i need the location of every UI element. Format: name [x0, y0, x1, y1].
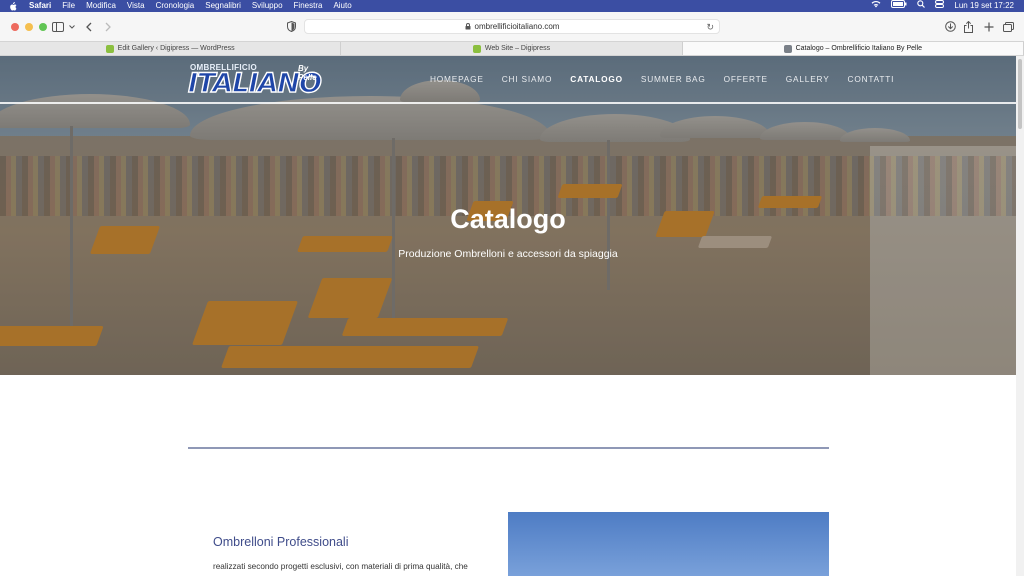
tab-label: Catalogo – Ombrellificio Italiano By Pel… — [795, 45, 923, 52]
scrollbar-thumb[interactable] — [1018, 59, 1022, 129]
menu-segnalibri[interactable]: Segnalibri — [205, 0, 241, 12]
back-icon[interactable] — [86, 21, 92, 32]
reload-icon[interactable]: ↻ — [706, 22, 714, 33]
menubar-datetime[interactable]: Lun 19 set 17:22 — [954, 0, 1014, 12]
nav-chi-siamo[interactable]: CHI SIAMO — [502, 74, 553, 84]
menu-sviluppo[interactable]: Sviluppo — [252, 0, 283, 12]
menu-modifica[interactable]: Modifica — [86, 0, 116, 12]
hero-banner: OMBRELLIFICIO ITALIANO By Pelle HOMEPAGE… — [0, 56, 1016, 375]
zoom-window-button[interactable] — [39, 23, 47, 31]
tab-edit-gallery[interactable]: Edit Gallery ‹ Digipress — WordPress — [0, 42, 342, 55]
site-nav: HOMEPAGE CHI SIAMO CATALOGO SUMMER BAG O… — [430, 74, 912, 84]
nav-catalogo[interactable]: CATALOGO — [570, 74, 623, 84]
battery-icon[interactable] — [891, 0, 907, 12]
tab-web-site[interactable]: Web Site – Digipress — [341, 42, 683, 55]
site-favicon-icon — [783, 44, 792, 53]
wifi-icon[interactable] — [871, 0, 881, 12]
nav-contatti[interactable]: CONTATTI — [848, 74, 895, 84]
forward-icon[interactable] — [105, 21, 111, 32]
close-window-button[interactable] — [11, 23, 19, 31]
browser-toolbar: ombrellificioitaliano.com ↻ — [0, 12, 1024, 41]
privacy-shield-icon[interactable] — [287, 21, 296, 32]
site-logo[interactable]: OMBRELLIFICIO ITALIANO By Pelle — [187, 63, 328, 100]
menu-file[interactable]: File — [62, 0, 75, 12]
menu-cronologia[interactable]: Cronologia — [156, 0, 195, 12]
downloads-icon[interactable] — [945, 21, 956, 32]
url-text: ombrellificioitaliano.com — [474, 22, 560, 31]
menu-finestra[interactable]: Finestra — [294, 0, 323, 12]
tab-label: Edit Gallery ‹ Digipress — WordPress — [117, 45, 235, 52]
section-divider — [188, 447, 829, 449]
section-title: Ombrelloni Professionali — [213, 535, 349, 549]
menu-app-name[interactable]: Safari — [29, 0, 51, 12]
tab-bar: Edit Gallery ‹ Digipress — WordPress Web… — [0, 41, 1024, 56]
menu-aiuto[interactable]: Aiuto — [333, 0, 351, 12]
site-header: OMBRELLIFICIO ITALIANO By Pelle HOMEPAGE… — [0, 56, 1016, 104]
nav-offerte[interactable]: OFFERTE — [724, 74, 768, 84]
tab-label: Web Site – Digipress — [484, 45, 551, 52]
logo-by-text: By Pelle — [298, 64, 317, 82]
share-icon[interactable] — [964, 20, 973, 33]
section-image — [508, 512, 829, 576]
hero-title: Catalogo — [450, 204, 566, 234]
tab-catalogo[interactable]: Catalogo – Ombrellificio Italiano By Pel… — [682, 42, 1024, 55]
digipress-favicon-icon — [472, 44, 481, 53]
minimize-window-button[interactable] — [25, 23, 33, 31]
nav-gallery[interactable]: GALLERY — [786, 74, 830, 84]
chevron-down-icon[interactable] — [69, 21, 75, 32]
address-bar[interactable]: ombrellificioitaliano.com ↻ — [304, 19, 720, 34]
lock-icon — [465, 23, 471, 30]
window-controls — [11, 23, 47, 31]
macos-menubar: Safari File Modifica Vista Cronologia Se… — [0, 0, 1024, 12]
sidebar-toggle-icon[interactable] — [52, 21, 64, 32]
menu-vista[interactable]: Vista — [127, 0, 145, 12]
nav-summer-bag[interactable]: SUMMER BAG — [641, 74, 706, 84]
page-scrollbar[interactable] — [1016, 56, 1024, 576]
search-icon[interactable] — [917, 0, 926, 12]
control-center-icon[interactable] — [935, 0, 945, 12]
section-text: realizzati secondo progetti esclusivi, c… — [213, 562, 468, 571]
new-tab-icon[interactable] — [984, 21, 994, 32]
web-page: OMBRELLIFICIO ITALIANO By Pelle HOMEPAGE… — [0, 56, 1016, 576]
apple-icon[interactable] — [9, 1, 17, 10]
nav-homepage[interactable]: HOMEPAGE — [430, 74, 484, 84]
tab-overview-icon[interactable] — [1003, 21, 1014, 32]
wordpress-favicon-icon — [105, 44, 114, 53]
menubar-status-area: Lun 19 set 17:22 — [871, 0, 1014, 12]
hero-subtitle: Produzione Ombrelloni e accessori da spi… — [398, 248, 618, 260]
